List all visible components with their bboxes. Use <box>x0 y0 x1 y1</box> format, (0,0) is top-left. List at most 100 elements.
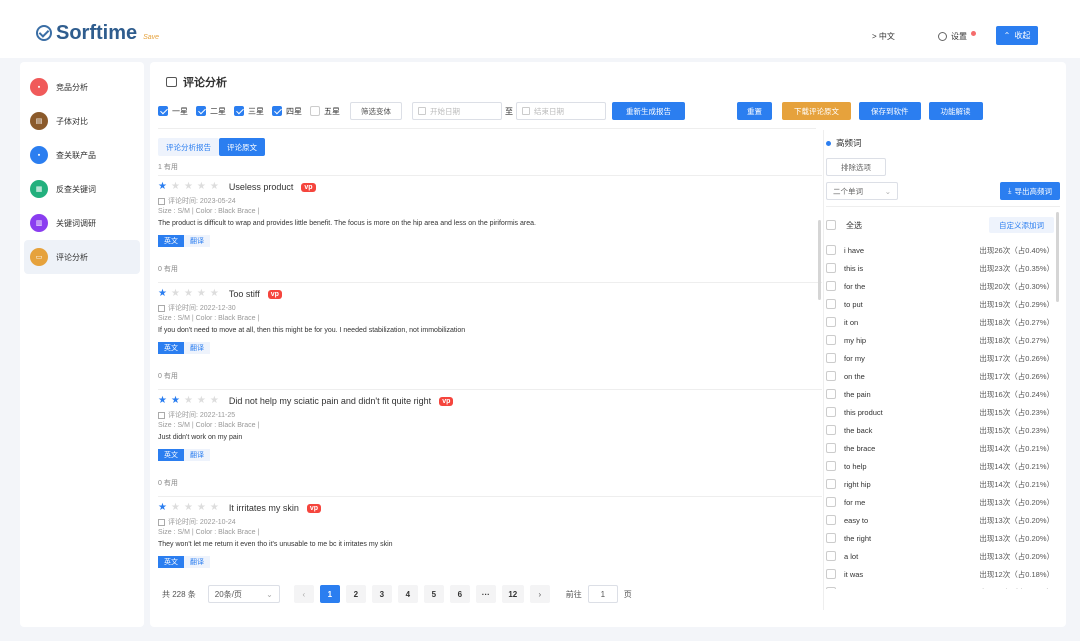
pagination: 共 228 条 20条/页 ⌄ ‹ 1 2 3 4 5 6 ··· 12 › 前… <box>162 585 632 603</box>
checkbox[interactable] <box>826 425 836 435</box>
checkbox[interactable] <box>826 220 836 230</box>
review-body: The product is difficult to wrap and pro… <box>158 220 536 227</box>
page-button[interactable]: 5 <box>423 585 444 603</box>
checkbox[interactable] <box>826 461 836 471</box>
checkbox[interactable] <box>826 569 836 579</box>
goto-page-input[interactable]: 1 <box>587 585 618 603</box>
regenerate-report-button[interactable]: 重新生成报告 <box>612 102 685 120</box>
more-pages-button[interactable]: ··· <box>475 585 496 603</box>
chevron-up-icon: ⌃ <box>1003 31 1011 40</box>
download-reviews-button[interactable]: 下载评论原文 <box>782 102 851 120</box>
exclude-options-button[interactable]: 排除选项 <box>826 158 886 176</box>
checkbox[interactable] <box>826 515 836 525</box>
sidebar-item-variant-compare[interactable]: ▤ 子体对比 <box>24 104 140 138</box>
word-text: a lot <box>844 551 859 561</box>
filter-two-star[interactable]: 二星 <box>196 106 226 117</box>
word-text: my hip <box>844 335 867 345</box>
sidebar-item-reverse-keywords[interactable]: ▦ 反查关键词 <box>24 172 140 206</box>
sidebar-item-competitor[interactable]: ▪ 竞品分析 <box>24 70 140 104</box>
filter-four-star[interactable]: 四星 <box>272 106 302 117</box>
sidebar-item-keyword-research[interactable]: ▥ 关键词调研 <box>24 206 140 240</box>
reset-button[interactable]: 重置 <box>737 102 772 120</box>
checkbox[interactable] <box>826 263 836 273</box>
filter-variant-button[interactable]: 筛选变体 <box>350 102 402 120</box>
settings-button[interactable]: 设置 <box>938 31 976 42</box>
link-icon: ▪ <box>30 146 48 164</box>
checkbox[interactable] <box>826 587 836 589</box>
checkbox[interactable] <box>826 335 836 345</box>
page-button[interactable]: 6 <box>449 585 470 603</box>
checkbox[interactable] <box>826 497 836 507</box>
english-button[interactable]: 英文 <box>158 449 184 461</box>
page-button[interactable]: 2 <box>345 585 366 603</box>
page-button[interactable]: 12 <box>501 585 524 603</box>
checkbox[interactable] <box>234 106 244 116</box>
checkbox[interactable] <box>826 551 836 561</box>
language-switch[interactable]: > 中文 <box>872 31 895 42</box>
word-label-group: my hip <box>826 335 866 345</box>
start-date-input[interactable]: 开始日期 <box>412 102 502 120</box>
page-button[interactable]: 3 <box>371 585 392 603</box>
dot-icon <box>826 140 831 146</box>
word-row: to put 出现19次（占0.29%） <box>826 295 1060 313</box>
checkbox[interactable] <box>826 407 836 417</box>
checkbox[interactable] <box>826 389 836 399</box>
checkbox[interactable] <box>826 533 836 543</box>
review-time: 评论时间: 2023-05-24 <box>158 196 822 206</box>
review-scrollbar[interactable] <box>818 220 821 300</box>
checkbox[interactable] <box>826 299 836 309</box>
page-button[interactable]: 4 <box>397 585 418 603</box>
checkbox[interactable] <box>826 371 836 381</box>
logo-check-icon <box>36 25 52 41</box>
page-button[interactable]: 1 <box>319 585 340 603</box>
checkbox[interactable] <box>196 106 206 116</box>
sidebar-item-related-products[interactable]: ▪ 查关联产品 <box>24 138 140 172</box>
checkbox[interactable] <box>826 317 836 327</box>
useful-count: 0 有用 <box>158 266 178 273</box>
filter-one-star[interactable]: 一星 <box>158 106 188 117</box>
export-high-frequency-button[interactable]: ⤓ 导出高频词 <box>1000 182 1060 200</box>
checkbox[interactable] <box>310 106 320 116</box>
english-button[interactable]: 英文 <box>158 556 184 568</box>
filter-three-star[interactable]: 三星 <box>234 106 264 117</box>
collapse-label: 收起 <box>1014 31 1031 40</box>
high-frequency-panel: 高频词 排除选项 二个单词 ⌄ ⤓ 导出高频词 全选 自定义添加词 i have… <box>826 136 1060 589</box>
translate-button[interactable]: 翻译 <box>184 342 210 354</box>
word-list-scrollbar[interactable] <box>1056 212 1059 302</box>
checkbox[interactable] <box>826 353 836 363</box>
prev-page-button[interactable]: ‹ <box>293 585 314 603</box>
collapse-button[interactable]: ⌃ 收起 <box>996 26 1038 45</box>
vertical-divider <box>823 130 824 610</box>
translate-button[interactable]: 翻译 <box>184 449 210 461</box>
translate-button[interactable]: 翻译 <box>184 235 210 247</box>
save-to-software-button[interactable]: 保存到软件 <box>859 102 921 120</box>
word-count: 出现17次（占0.26%） <box>979 353 1054 363</box>
tab-review-original[interactable]: 评论原文 <box>219 138 265 156</box>
word-label-group: the back <box>826 425 872 435</box>
checkbox[interactable] <box>826 479 836 489</box>
star-rating: ★ ★ ★ ★ ★ Too stiff vp <box>158 287 822 301</box>
review-time: 评论时间: 2022-10-24 <box>158 517 822 527</box>
function-explain-button[interactable]: 功能解读 <box>928 102 983 120</box>
sidebar-item-label: 子体对比 <box>56 116 88 126</box>
page-size-select[interactable]: 20条/页 ⌄ <box>207 585 280 603</box>
translate-button[interactable]: 翻译 <box>184 556 210 568</box>
custom-add-word-button[interactable]: 自定义添加词 <box>989 217 1054 233</box>
tab-review-report[interactable]: 评论分析报告 <box>158 138 219 156</box>
checkbox[interactable] <box>826 245 836 255</box>
filter-five-star[interactable]: 五星 <box>310 106 340 117</box>
checkbox[interactable] <box>826 281 836 291</box>
end-date-input[interactable]: 结束日期 <box>516 102 606 120</box>
checkbox[interactable] <box>158 106 168 116</box>
checkbox[interactable] <box>826 443 836 453</box>
sidebar-item-review-analysis[interactable]: ▭ 评论分析 <box>24 240 140 274</box>
page-unit: 页 <box>623 589 632 599</box>
checkbox[interactable] <box>272 106 282 116</box>
select-all-checkbox[interactable]: 全选 <box>826 220 862 231</box>
word-count-select[interactable]: 二个单词 ⌄ <box>826 182 898 200</box>
word-row: to help 出现14次（占0.21%） <box>826 457 1060 475</box>
next-page-button[interactable]: › <box>529 585 550 603</box>
word-label-group: right hip <box>826 479 871 489</box>
english-button[interactable]: 英文 <box>158 235 184 247</box>
english-button[interactable]: 英文 <box>158 342 184 354</box>
